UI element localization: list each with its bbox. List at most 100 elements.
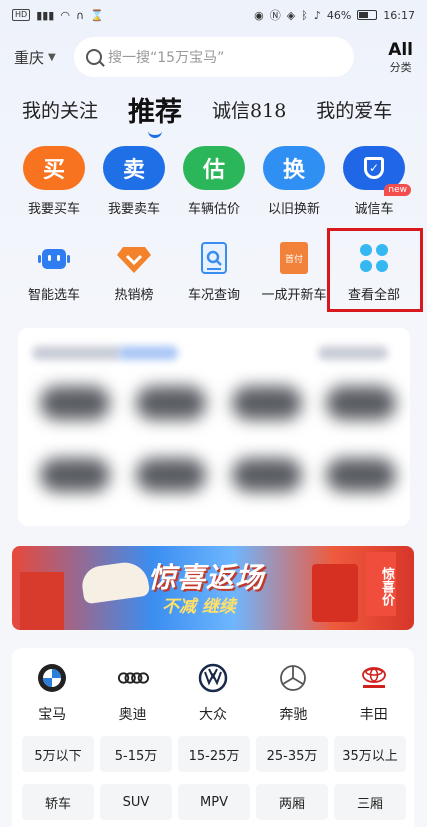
blurred-car-image [40, 386, 110, 420]
caret-down-icon: ▼ [48, 51, 56, 63]
brand-name: 奔驰 [279, 707, 308, 723]
certified-shield-icon: ✓ new [343, 146, 411, 196]
brand-bmw[interactable]: 宝马 [12, 662, 92, 724]
blurred-tab [118, 346, 178, 360]
category-label: 分类 [389, 60, 412, 74]
sell-car-label: 我要卖车 [107, 202, 160, 217]
brand-name: 奥迪 [118, 707, 147, 723]
bmw-logo-icon [36, 662, 68, 694]
header: 重庆 ▼ 搜一搜“15万宝马” All 分类 [0, 34, 427, 80]
price-range-row: 5万以下 5-15万 15-25万 25-35万 35万以上 [22, 736, 406, 772]
headphone-icon: ∩ [75, 8, 85, 22]
blurred-car-image [136, 458, 206, 492]
promo-banner[interactable]: 惊喜返场 不减 继续 惊喜价 [12, 546, 414, 630]
tab-integrity-818[interactable]: 诚信818 [212, 96, 286, 123]
eye-icon: ◉ [254, 8, 264, 22]
mercedes-logo-icon [277, 662, 309, 694]
city-name: 重庆 [14, 48, 45, 67]
city-selector[interactable]: 重庆 ▼ [14, 47, 74, 68]
search-icon [86, 49, 102, 65]
sell-icon: 卖 [103, 146, 165, 190]
nfc-icon: Ⓝ [269, 9, 281, 22]
body-type-chip[interactable]: 轿车 [22, 784, 94, 820]
blurred-text [318, 346, 388, 360]
smart-select-button[interactable]: 智能选车 [14, 240, 94, 303]
banner-subtitle: 不减 继续 [162, 597, 236, 617]
valuation-button[interactable]: 估 车辆估价 [174, 146, 254, 217]
highlight-box [327, 228, 423, 312]
brand-toyota[interactable]: 丰田 [334, 662, 414, 724]
valuation-icon: 估 [183, 146, 245, 190]
diamond-icon [116, 240, 152, 276]
smart-select-label: 智能选车 [27, 288, 80, 303]
price-chip[interactable]: 5-15万 [100, 736, 172, 772]
valuation-label: 车辆估价 [187, 202, 240, 217]
tab-recommend[interactable]: 推荐 [128, 90, 182, 129]
banner-building-graphic [20, 572, 64, 630]
buy-car-label: 我要买车 [27, 202, 80, 217]
primary-actions: 买 我要买车 卖 我要卖车 估 车辆估价 换 以旧换新 ✓ new 诚信车 [14, 146, 414, 217]
signal-icon: ▮▮▮ [36, 8, 55, 22]
brand-audi[interactable]: 奥迪 [92, 662, 172, 724]
brand-name: 大众 [198, 707, 227, 723]
banner-sign: 惊喜价 [366, 552, 396, 616]
wifi-icon: ◠ [60, 8, 70, 22]
price-chip[interactable]: 15-25万 [178, 736, 250, 772]
brand-name: 丰田 [359, 707, 388, 723]
blurred-car-image [136, 386, 206, 420]
audi-logo-icon [117, 662, 149, 694]
brand-row: 宝马 奥迪 大众 奔驰 丰田 [12, 662, 414, 724]
brand-name: 宝马 [38, 707, 67, 723]
buy-car-button[interactable]: 买 我要买车 [14, 146, 94, 217]
body-type-chip[interactable]: MPV [178, 784, 250, 820]
blurred-car-image [326, 458, 396, 492]
down-payment-button[interactable]: 首付 一成开新车 [254, 240, 334, 303]
body-type-chip[interactable]: 两厢 [256, 784, 328, 820]
all-categories-button[interactable]: All 分类 [388, 39, 413, 74]
price-chip[interactable]: 35万以上 [334, 736, 406, 772]
vibrate-icon: ◈ [286, 8, 296, 22]
search-placeholder: 搜一搜“15万宝马” [108, 50, 225, 66]
banner-car-graphic [79, 559, 151, 605]
bluetooth-icon: ᛒ [301, 8, 308, 22]
clock: 16:17 [383, 8, 415, 22]
status-bar: HD ▮▮▮ ◠ ∩ ⌛ ◉ Ⓝ ◈ ᛒ ♪ 46% 16:17 [0, 0, 427, 30]
hot-list-label: 热销榜 [114, 288, 154, 303]
blurred-car-image [40, 458, 110, 492]
trade-in-icon: 换 [263, 146, 325, 190]
blurred-car-image [326, 386, 396, 420]
new-badge: new [384, 184, 411, 196]
tab-my-car[interactable]: 我的爱车 [316, 96, 392, 123]
hd-indicator: HD [12, 9, 31, 21]
condition-check-button[interactable]: 车况查询 [174, 240, 254, 303]
down-payment-icon: 首付 [276, 240, 312, 276]
price-chip[interactable]: 5万以下 [22, 736, 94, 772]
brand-filter-panel: 宝马 奥迪 大众 奔驰 丰田 5万以下 5-15万 15-25万 25-35万 … [12, 648, 414, 827]
body-type-chip[interactable]: SUV [100, 784, 172, 820]
robot-icon [36, 240, 72, 276]
trade-in-button[interactable]: 换 以旧换新 [254, 146, 334, 217]
report-search-icon [196, 240, 232, 276]
body-type-chip[interactable]: 三厢 [334, 784, 406, 820]
tab-following[interactable]: 我的关注 [22, 96, 98, 123]
tab-bar: 我的关注 推荐 诚信818 我的爱车 [0, 86, 427, 132]
price-chip[interactable]: 25-35万 [256, 736, 328, 772]
condition-check-label: 车况查询 [187, 288, 240, 303]
blurred-text [32, 346, 122, 360]
buy-icon: 买 [23, 146, 85, 190]
sell-car-button[interactable]: 卖 我要卖车 [94, 146, 174, 217]
certified-car-label: 诚信车 [354, 202, 394, 217]
blurred-car-image [232, 458, 302, 492]
banner-title: 惊喜返场 [148, 561, 265, 594]
battery-percent: 46% [326, 8, 352, 22]
brand-mercedes[interactable]: 奔驰 [253, 662, 333, 724]
all-label: All [388, 39, 413, 60]
recommended-cars-panel[interactable] [18, 328, 410, 526]
brand-volkswagen[interactable]: 大众 [173, 662, 253, 724]
down-payment-label: 一成开新车 [261, 288, 327, 303]
certified-car-button[interactable]: ✓ new 诚信车 [334, 146, 414, 217]
search-bar[interactable]: 搜一搜“15万宝马” [74, 37, 354, 77]
hot-list-button[interactable]: 热销榜 [94, 240, 174, 303]
body-type-row: 轿车 SUV MPV 两厢 三厢 [22, 784, 406, 820]
toyota-logo-icon [358, 662, 390, 694]
